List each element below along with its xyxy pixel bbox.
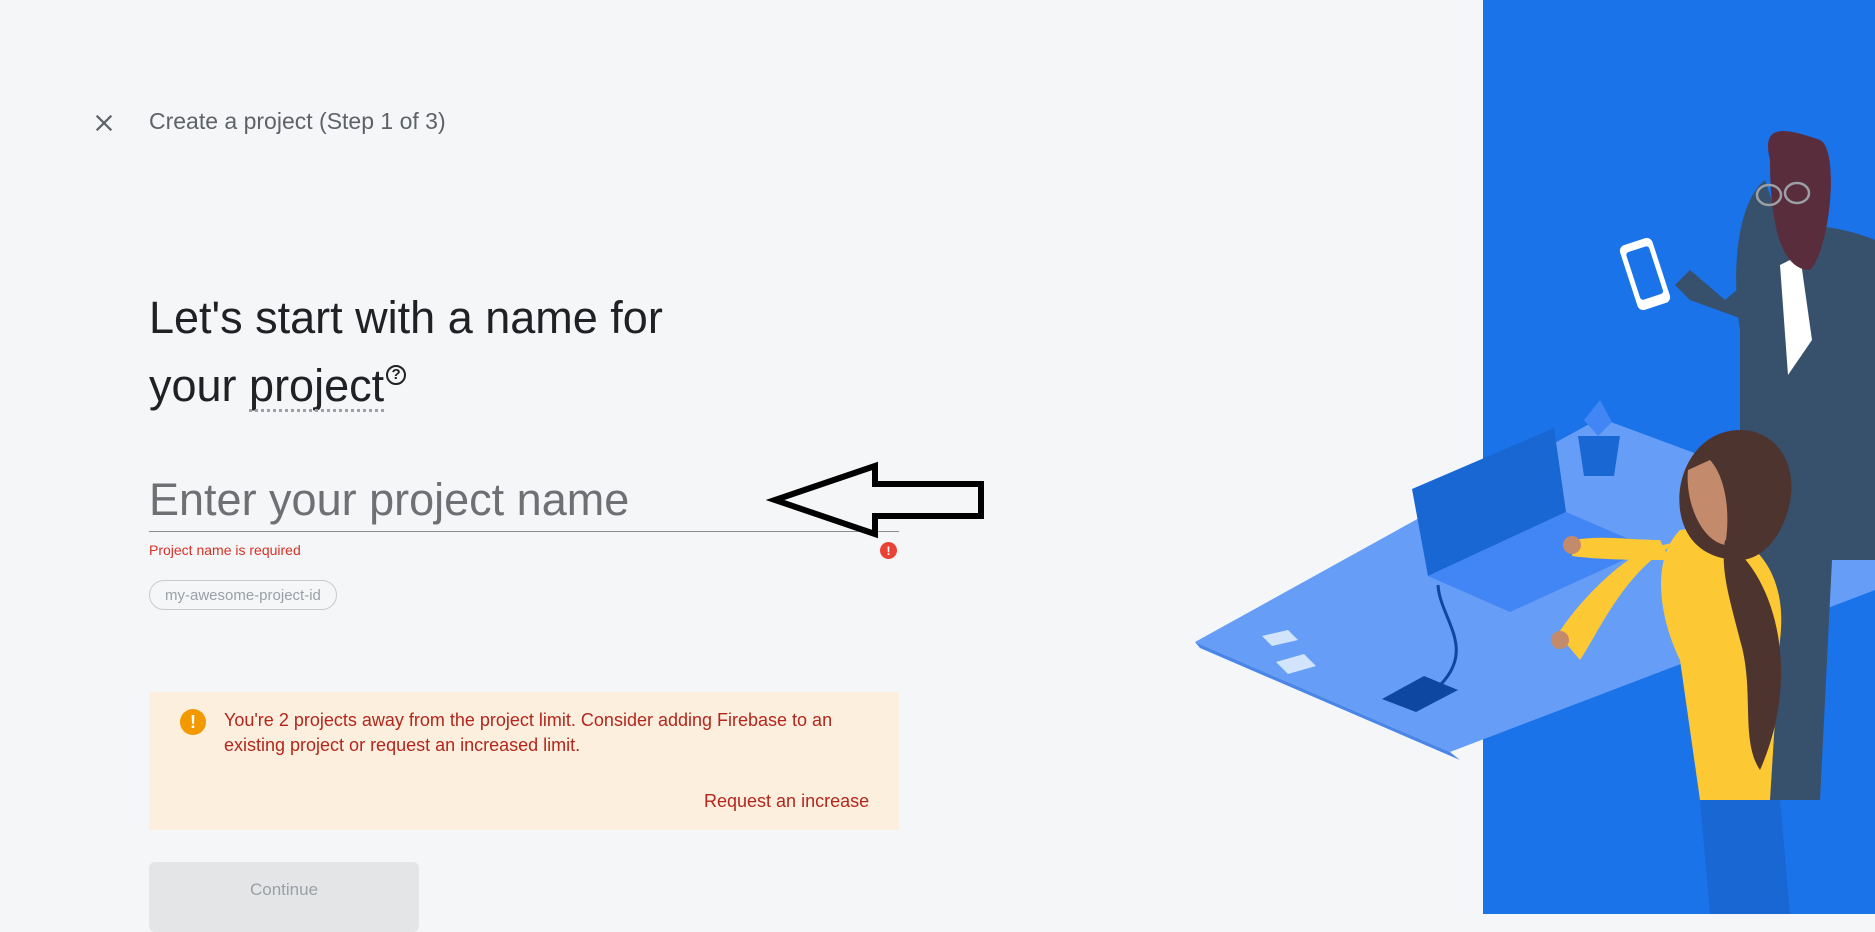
project-name-error: Project name is required [149, 542, 301, 558]
headline-line-1: Let's start with a name for [149, 292, 663, 343]
help-icon[interactable]: ? [386, 364, 407, 385]
continue-button[interactable]: Continue [149, 862, 419, 932]
warning-icon: ! [180, 709, 206, 735]
close-button[interactable] [88, 107, 120, 139]
error-icon: ! [880, 542, 897, 559]
headline-prefix: your [149, 360, 250, 411]
annotation-arrow-icon [765, 461, 984, 539]
project-limit-message: You're 2 projects away from the project … [224, 710, 833, 755]
project-id-chip[interactable]: my-awesome-project-id [149, 580, 337, 610]
headline: Let's start with a name for your project… [149, 284, 869, 420]
request-increase-link[interactable]: Request an increase [704, 791, 869, 812]
headline-line-2: your project? [149, 352, 869, 420]
continue-label: Continue [249, 880, 319, 899]
page-title: Create a project (Step 1 of 3) [149, 108, 446, 134]
project-term-tooltip-trigger[interactable]: project [249, 352, 385, 420]
illustration-plant-pot [1578, 436, 1620, 476]
hero-illustration [1195, 0, 1875, 914]
close-icon [95, 114, 113, 132]
